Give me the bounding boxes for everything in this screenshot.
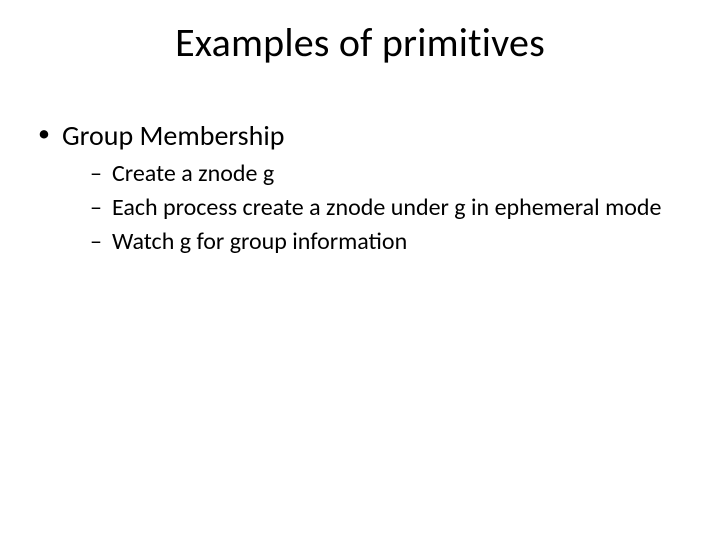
list-item-label: Watch g for group information xyxy=(112,227,407,256)
list-item: Create a znode g xyxy=(90,159,684,189)
list-item-label: Each process create a znode under g in e… xyxy=(112,193,661,222)
bullet-list-level1: Group Membership Create a znode g Each p… xyxy=(36,118,684,257)
list-item-label: Create a znode g xyxy=(112,159,274,188)
slide: Examples of primitives Group Membership … xyxy=(0,0,720,540)
list-item: Each process create a znode under g in e… xyxy=(90,193,684,223)
list-item: Watch g for group information xyxy=(90,227,684,257)
slide-body: Group Membership Create a znode g Each p… xyxy=(36,118,684,265)
bullet-list-level2: Create a znode g Each process create a z… xyxy=(62,159,684,257)
list-item: Group Membership Create a znode g Each p… xyxy=(36,118,684,257)
list-item-label: Group Membership xyxy=(62,118,284,153)
slide-title: Examples of primitives xyxy=(0,18,720,67)
